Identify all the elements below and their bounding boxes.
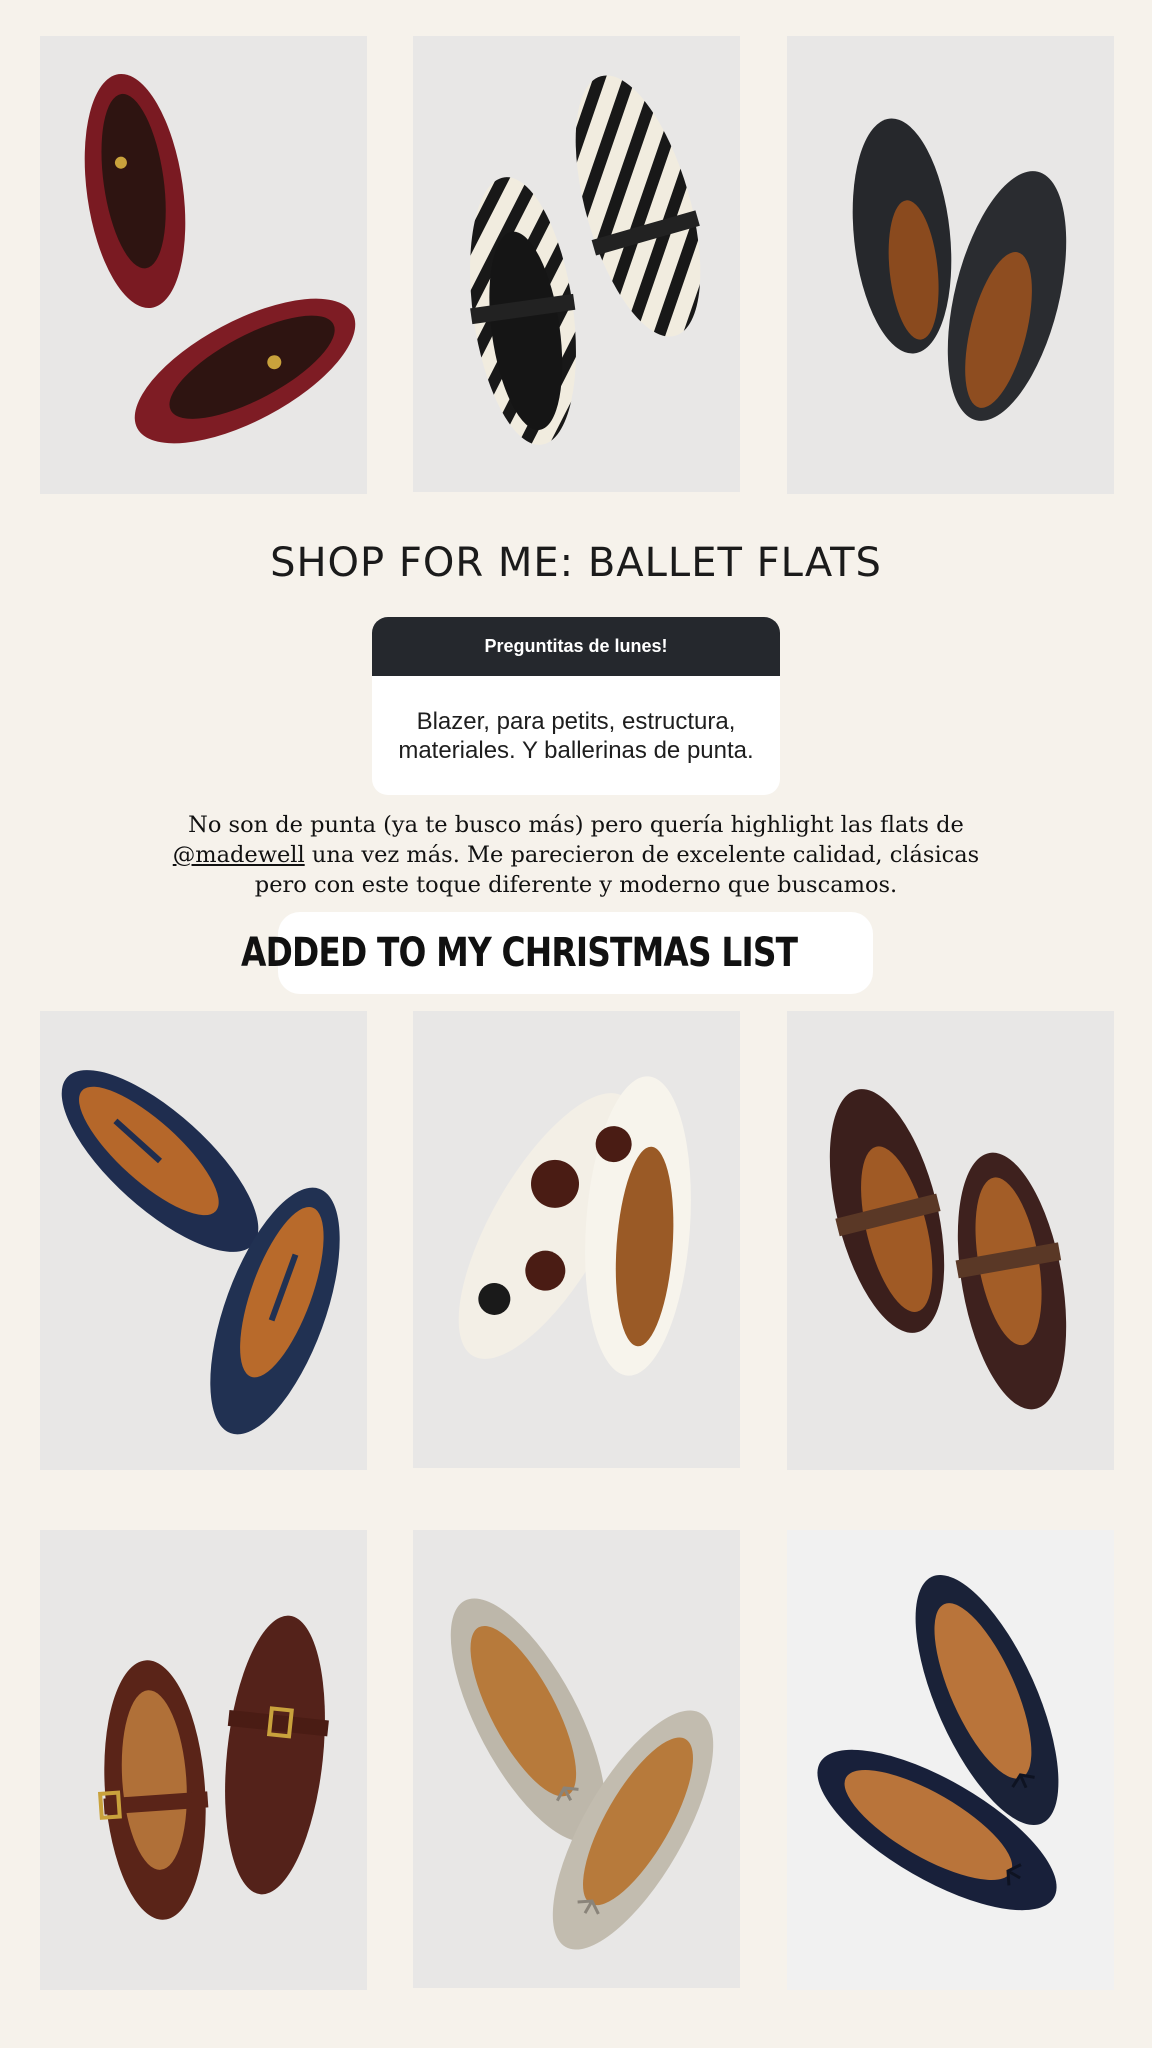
navy-bow-flats-image	[817, 1575, 1059, 1911]
zebra-flats-image	[470, 75, 701, 445]
burgundy-flats-image	[84, 73, 356, 444]
mention-link[interactable]: @madewell	[173, 842, 305, 868]
product-image-zebra-flats[interactable]	[413, 36, 740, 492]
product-image-navy-bow-flats[interactable]	[787, 1530, 1114, 1990]
caption-text-end: una vez más. Me parecieron de excelente …	[254, 842, 980, 898]
link-sticker[interactable]: ADDED TO MY CHRISTMAS LIST	[241, 912, 873, 994]
black-flats-image	[852, 118, 1067, 421]
product-image-brown-buckle-mary-janes[interactable]	[787, 1011, 1114, 1470]
product-image-brown-suede-mary-janes[interactable]	[40, 1530, 367, 1990]
cow-print-flats-image	[458, 1076, 691, 1376]
navy-t-strap-flats-image	[61, 1070, 340, 1435]
product-image-cow-print-flats[interactable]	[413, 1011, 740, 1468]
product-image-navy-t-strap-flats[interactable]	[40, 1011, 367, 1470]
product-image-black-flats[interactable]	[787, 36, 1114, 494]
caption-text-start: No son de punta (ya te busco más) pero q…	[188, 812, 964, 838]
brown-suede-mary-janes-image	[97, 1615, 329, 1920]
product-image-burgundy-flats[interactable]	[40, 36, 367, 494]
question-sticker-header: Preguntitas de lunes!	[372, 617, 780, 676]
link-sticker-label: ADDED TO MY CHRISTMAS LIST	[241, 930, 798, 976]
question-sticker-answer: Blazer, para petits, estructura, materia…	[398, 707, 754, 764]
product-image-grey-bow-flats[interactable]	[413, 1530, 740, 1988]
grey-bow-flats-image	[450, 1598, 714, 1950]
brown-buckle-mary-janes-image	[829, 1089, 1067, 1410]
page-title: SHOP FOR ME: BALLET FLATS	[270, 540, 882, 586]
story-caption: No son de punta (ya te busco más) pero q…	[170, 810, 982, 900]
question-sticker[interactable]: Preguntitas de lunes! Blazer, para petit…	[372, 617, 780, 795]
